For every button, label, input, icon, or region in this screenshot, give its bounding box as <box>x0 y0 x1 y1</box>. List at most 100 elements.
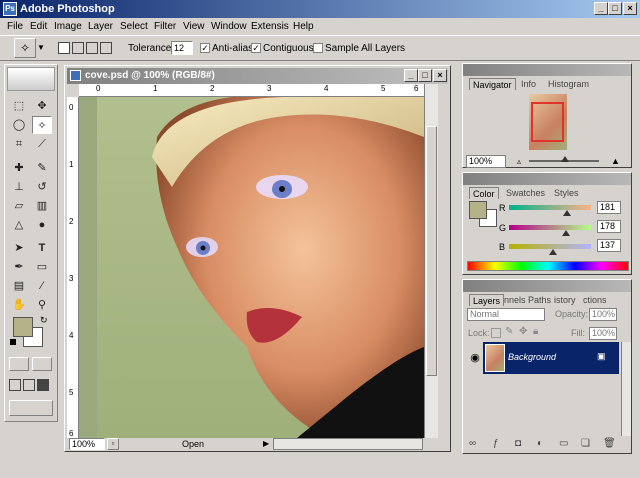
g-value-field[interactable]: 178 <box>597 220 621 233</box>
menu-layer[interactable]: Layer <box>88 21 113 32</box>
tab-layers[interactable]: Layers <box>469 294 505 306</box>
shape-tool-icon[interactable]: ▭ <box>32 258 52 276</box>
screen-mode-full-icon[interactable] <box>37 379 49 391</box>
jump-to-imageready-icon[interactable] <box>9 400 53 416</box>
tab-paths[interactable]: Paths <box>525 294 554 306</box>
pen-tool-icon[interactable]: ✒ <box>9 258 29 276</box>
tab-info[interactable]: Info <box>518 78 539 90</box>
lock-move-icon[interactable]: ✥ <box>519 326 527 337</box>
layers-scrollbar[interactable] <box>621 342 631 436</box>
color-foreground-swatch[interactable] <box>469 201 487 219</box>
delete-layer-icon[interactable]: 🗑︎ <box>603 438 616 449</box>
doc-maximize-button[interactable]: □ <box>418 69 432 82</box>
close-button[interactable]: × <box>623 2 637 15</box>
link-layers-icon[interactable]: ∞ <box>469 438 476 449</box>
zoom-tool-icon[interactable]: ⚲ <box>32 296 52 314</box>
layer-mask-icon[interactable]: ◘ <box>515 438 521 449</box>
tab-history[interactable]: istory <box>551 294 579 306</box>
eraser-tool-icon[interactable]: ▱ <box>9 197 29 215</box>
lock-all-icon[interactable]: 🔒︎ <box>533 326 538 337</box>
image-canvas[interactable] <box>97 97 424 438</box>
menu-image[interactable]: Image <box>54 21 82 32</box>
status-menu-icon[interactable]: ▫ <box>107 438 119 450</box>
menu-filter[interactable]: Filter <box>154 21 176 32</box>
tab-swatches[interactable]: Swatches <box>503 187 548 199</box>
r-value-field[interactable]: 181 <box>597 201 621 214</box>
tab-actions[interactable]: ctions <box>580 294 610 306</box>
screen-mode-standard-icon[interactable] <box>9 379 21 391</box>
path-select-icon[interactable]: ➤ <box>9 239 29 257</box>
brush-tool-icon[interactable]: ✎ <box>32 159 52 177</box>
doc-minimize-button[interactable]: _ <box>404 69 418 82</box>
menu-extensis[interactable]: Extensis <box>251 21 289 32</box>
tab-color[interactable]: Color <box>469 187 499 199</box>
r-slider[interactable] <box>509 205 591 210</box>
r-slider-thumb[interactable] <box>563 210 572 216</box>
lock-brush-icon[interactable]: ✎ <box>505 326 513 337</box>
tab-navigator[interactable]: Navigator <box>469 78 516 90</box>
new-group-icon[interactable]: ▭ <box>559 438 568 449</box>
add-selection-icon[interactable] <box>72 42 84 54</box>
menu-window[interactable]: Window <box>211 21 247 32</box>
adjustment-layer-icon[interactable]: ◐ <box>537 438 543 449</box>
doc-close-button[interactable]: × <box>433 69 447 82</box>
anti-alias-checkbox[interactable]: ✓ <box>200 43 210 53</box>
new-selection-icon[interactable] <box>58 42 70 54</box>
standard-mode-icon[interactable] <box>9 357 29 371</box>
marquee-tool-icon[interactable]: ⬚ <box>9 97 29 115</box>
subtract-selection-icon[interactable] <box>86 42 98 54</box>
sample-all-layers-checkbox[interactable] <box>313 43 323 53</box>
opacity-field[interactable]: 100% <box>589 308 617 321</box>
horizontal-ruler[interactable]: 0 1 2 3 4 5 6 <box>79 84 424 97</box>
slice-tool-icon[interactable]: ⟋ <box>32 135 52 153</box>
notes-tool-icon[interactable]: ▤ <box>9 277 29 295</box>
minimize-button[interactable]: _ <box>594 2 608 15</box>
blend-mode-select[interactable]: Normal <box>467 308 545 321</box>
new-layer-icon[interactable]: ❏ <box>581 438 590 449</box>
lasso-tool-icon[interactable]: ◯ <box>9 116 29 134</box>
vertical-ruler[interactable]: 0 1 2 3 4 5 6 <box>67 97 79 438</box>
fill-field[interactable]: 100% <box>589 327 617 340</box>
clone-stamp-icon[interactable]: ⊥ <box>9 178 29 196</box>
zoom-field[interactable]: 100% <box>69 438 105 450</box>
menu-view[interactable]: View <box>183 21 205 32</box>
quick-mask-mode-icon[interactable] <box>32 357 52 371</box>
move-tool-icon[interactable]: ✥ <box>32 97 52 115</box>
g-slider-thumb[interactable] <box>562 230 571 236</box>
photoshop-app-icon[interactable]: Ps <box>3 2 17 16</box>
b-slider-thumb[interactable] <box>549 249 558 255</box>
menu-help[interactable]: Help <box>293 21 314 32</box>
contiguous-checkbox[interactable]: ✓ <box>251 43 261 53</box>
maximize-button[interactable]: □ <box>608 2 622 15</box>
swap-colors-icon[interactable]: ↻ <box>40 315 48 326</box>
screen-mode-menu-icon[interactable] <box>23 379 35 391</box>
eyedropper-tool-icon[interactable]: ⁄ <box>32 277 52 295</box>
intersect-selection-icon[interactable] <box>100 42 112 54</box>
healing-brush-icon[interactable]: ✚ <box>9 159 29 177</box>
g-slider[interactable] <box>509 225 591 230</box>
menu-file[interactable]: File <box>7 21 23 32</box>
tolerance-input[interactable]: 12 <box>171 41 193 55</box>
crop-tool-icon[interactable]: ⌗ <box>9 135 29 153</box>
default-colors-icon[interactable] <box>10 339 16 345</box>
horizontal-scrollbar[interactable] <box>273 438 423 450</box>
color-spectrum-bar[interactable] <box>467 261 629 271</box>
navigator-zoom-field[interactable]: 100% <box>466 155 506 168</box>
vertical-scroll-thumb[interactable] <box>426 126 437 376</box>
type-tool-icon[interactable]: T <box>32 239 52 257</box>
dodge-tool-icon[interactable]: ● <box>32 216 52 234</box>
gradient-tool-icon[interactable]: ▥ <box>32 197 52 215</box>
magic-wand-preset-icon[interactable]: ✧ <box>14 38 36 58</box>
feather-logo-icon[interactable] <box>7 67 55 91</box>
magic-wand-tool-icon[interactable]: ✧ <box>32 116 52 134</box>
blur-tool-icon[interactable]: △ <box>9 216 29 234</box>
tab-styles[interactable]: Styles <box>551 187 582 199</box>
b-value-field[interactable]: 137 <box>597 239 621 252</box>
zoom-out-icon[interactable]: ▵ <box>517 157 521 166</box>
status-arrow-icon[interactable]: ▶ <box>263 439 269 448</box>
eye-visibility-icon[interactable]: ◉ <box>467 342 483 374</box>
layer-row-background[interactable]: Background ▣ <box>483 342 619 374</box>
preset-dropdown-icon[interactable]: ▼ <box>37 39 47 57</box>
tab-histogram[interactable]: Histogram <box>545 78 592 90</box>
hand-tool-icon[interactable]: ✋ <box>9 296 29 314</box>
